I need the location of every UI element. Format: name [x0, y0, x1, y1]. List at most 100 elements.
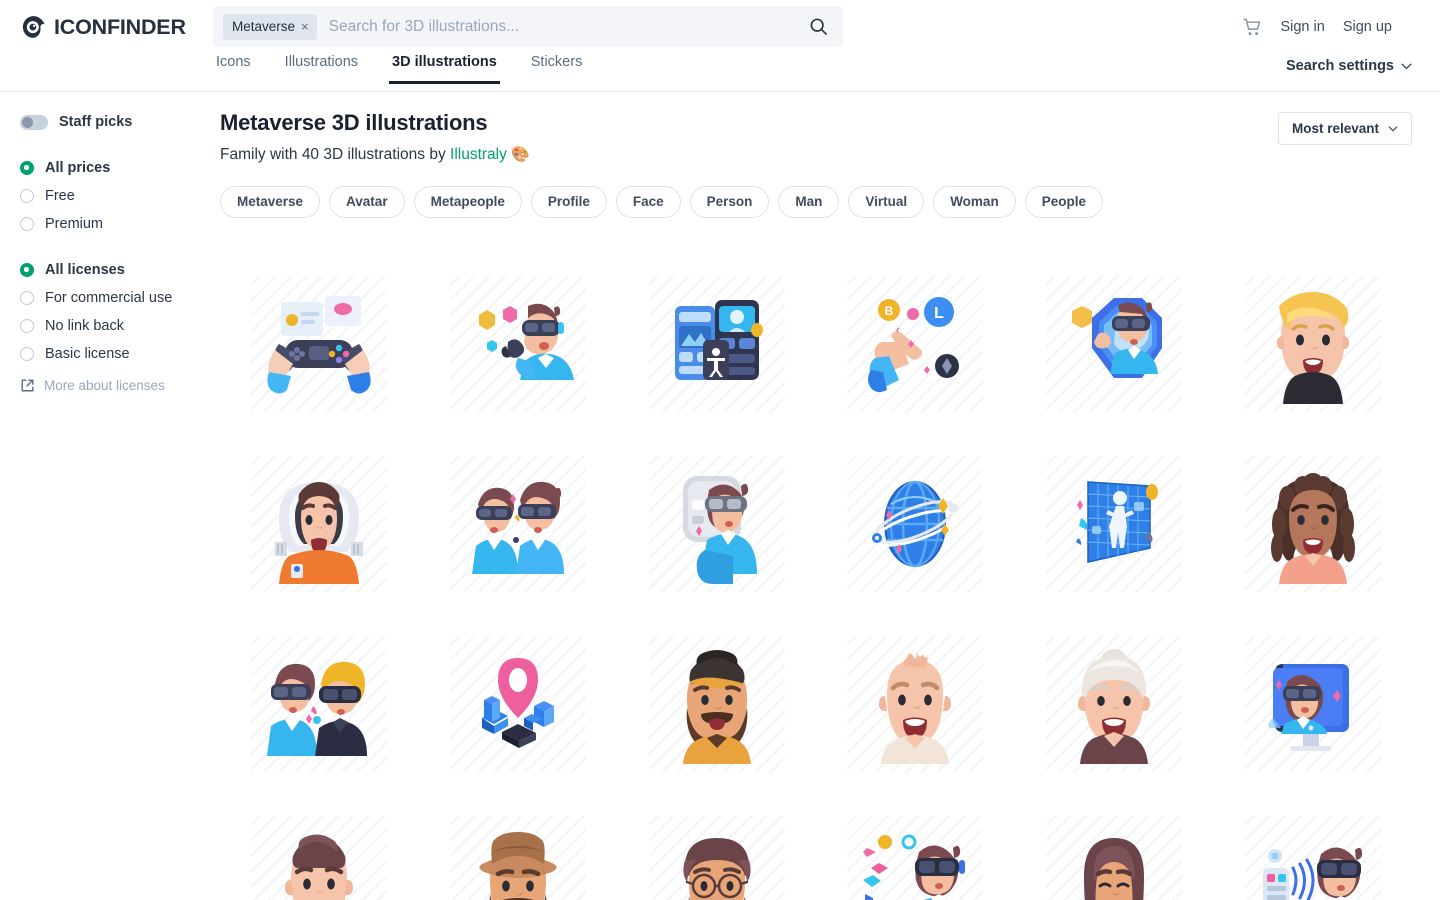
filter-label: All prices	[45, 160, 111, 176]
result-item[interactable]	[1015, 614, 1214, 794]
top-header-bar: ICONFINDER Metaverse × Sign in Sign up	[0, 0, 1440, 54]
result-item[interactable]	[419, 614, 618, 794]
radio-icon[interactable]	[20, 217, 34, 231]
result-item[interactable]	[1213, 434, 1412, 614]
result-item[interactable]: B L	[816, 254, 1015, 434]
radio-icon[interactable]	[20, 263, 34, 277]
search-bar[interactable]: Metaverse ×	[213, 6, 843, 47]
tab-illustrations[interactable]: Illustrations	[282, 54, 361, 84]
sort-dropdown[interactable]: Most relevant	[1277, 112, 1412, 145]
tag-metaverse[interactable]: Metaverse	[220, 186, 321, 218]
page-title: Metaverse 3D illustrations	[220, 110, 488, 135]
filter-label: Free	[45, 188, 75, 204]
filter-label: All licenses	[45, 262, 125, 278]
search-chip-metaverse[interactable]: Metaverse ×	[223, 13, 317, 40]
search-input[interactable]	[316, 17, 801, 36]
result-item[interactable]	[419, 254, 618, 434]
page-body: Staff picks All prices Free Premium All …	[0, 92, 1440, 900]
brand-logo[interactable]: ICONFINDER	[20, 14, 210, 41]
sort-label: Most relevant	[1291, 121, 1379, 136]
vr-person-mirror-illustration-icon	[648, 456, 785, 592]
vr-couple-illustration-icon	[251, 636, 388, 772]
bearded-man-cap-avatar-illustration-icon	[648, 636, 785, 772]
result-item[interactable]	[220, 254, 419, 434]
filter-commercial-use[interactable]: For commercial use	[20, 290, 210, 306]
more-about-licenses-link[interactable]: More about licenses	[20, 378, 210, 393]
tag-avatar[interactable]: Avatar	[329, 186, 405, 218]
radio-icon[interactable]	[20, 291, 34, 305]
filter-label: No link back	[45, 318, 124, 334]
result-item[interactable]	[617, 434, 816, 614]
astronaut-avatar-illustration-icon	[251, 456, 388, 592]
shopping-cart-icon[interactable]	[1243, 18, 1262, 37]
result-item[interactable]	[419, 434, 618, 614]
tag-people[interactable]: People	[1024, 186, 1103, 218]
man-glasses-beard-avatar-illustration-icon	[648, 816, 785, 900]
tab-stickers[interactable]: Stickers	[528, 54, 586, 84]
result-item[interactable]	[816, 614, 1015, 794]
staff-picks-toggle[interactable]: Staff picks	[20, 114, 210, 130]
brand-name: ICONFINDER	[54, 14, 186, 39]
result-item[interactable]	[220, 614, 419, 794]
vr-portal-person-illustration-icon	[1045, 276, 1182, 412]
filter-premium[interactable]: Premium	[20, 216, 210, 232]
filter-no-link-back[interactable]: No link back	[20, 318, 210, 334]
radio-icon[interactable]	[20, 347, 34, 361]
app-interface-illustration-icon	[648, 276, 785, 412]
tab-3d-illustrations[interactable]: 3D illustrations	[389, 54, 500, 84]
tag-woman[interactable]: Woman	[933, 186, 1016, 218]
iconfinder-eye-logo-icon	[22, 15, 45, 38]
filter-all-licenses[interactable]: All licenses	[20, 262, 210, 278]
tag-virtual[interactable]: Virtual	[848, 186, 925, 218]
result-item[interactable]	[220, 794, 419, 900]
result-item[interactable]	[1213, 794, 1412, 900]
result-item[interactable]	[220, 434, 419, 614]
chevron-down-icon	[1401, 63, 1412, 69]
tag-man[interactable]: Man	[778, 186, 840, 218]
result-item[interactable]	[617, 794, 816, 900]
vr-shapes-person-illustration-icon	[847, 816, 984, 900]
filter-label: Basic license	[45, 346, 130, 362]
search-icon	[810, 18, 827, 35]
svg-text:L: L	[934, 305, 944, 322]
search-submit-button[interactable]	[801, 10, 835, 44]
staff-picks-label: Staff picks	[59, 114, 133, 130]
map-pin-city-illustration-icon	[449, 636, 586, 772]
result-item[interactable]	[1213, 254, 1412, 434]
crypto-coins-hand-illustration-icon: B L	[847, 276, 984, 412]
tab-icons[interactable]: Icons	[213, 54, 254, 84]
tag-face[interactable]: Face	[615, 186, 681, 218]
sign-up-link[interactable]: Sign up	[1343, 19, 1392, 35]
staff-picks-switch-icon[interactable]	[20, 114, 48, 130]
two-vr-people-illustration-icon	[449, 456, 586, 592]
filter-free[interactable]: Free	[20, 188, 210, 204]
tag-metapeople[interactable]: Metapeople	[413, 186, 522, 218]
search-settings-button[interactable]: Search settings	[1286, 58, 1412, 74]
result-item[interactable]	[1015, 254, 1214, 434]
filter-basic-license[interactable]: Basic license	[20, 346, 210, 362]
tag-person[interactable]: Person	[689, 186, 770, 218]
price-filter-group: All prices Free Premium	[20, 160, 210, 232]
radio-icon[interactable]	[20, 319, 34, 333]
radio-icon[interactable]	[20, 161, 34, 175]
filter-all-prices[interactable]: All prices	[20, 160, 210, 176]
result-item[interactable]	[1213, 614, 1412, 794]
avatar-grid-scan-illustration-icon	[1045, 456, 1182, 592]
palette-emoji-icon: 🎨	[511, 146, 530, 163]
result-item[interactable]	[419, 794, 618, 900]
result-item[interactable]	[617, 254, 816, 434]
result-item[interactable]	[816, 794, 1015, 900]
tabs-list: Icons Illustrations 3D illustrations Sti…	[213, 54, 1440, 91]
result-item[interactable]	[816, 434, 1015, 614]
bald-man-avatar-illustration-icon	[847, 636, 984, 772]
author-link[interactable]: Illustraly	[450, 146, 507, 163]
main-nav-tabs: Icons Illustrations 3D illustrations Sti…	[0, 54, 1440, 92]
sign-in-link[interactable]: Sign in	[1280, 19, 1324, 35]
radio-icon[interactable]	[20, 189, 34, 203]
tag-profile[interactable]: Profile	[530, 186, 607, 218]
result-item[interactable]	[1015, 434, 1214, 614]
result-item[interactable]	[1015, 794, 1214, 900]
result-item[interactable]	[617, 614, 816, 794]
results-grid: B L	[210, 254, 1412, 900]
search-chip-remove-icon[interactable]: ×	[301, 20, 309, 33]
